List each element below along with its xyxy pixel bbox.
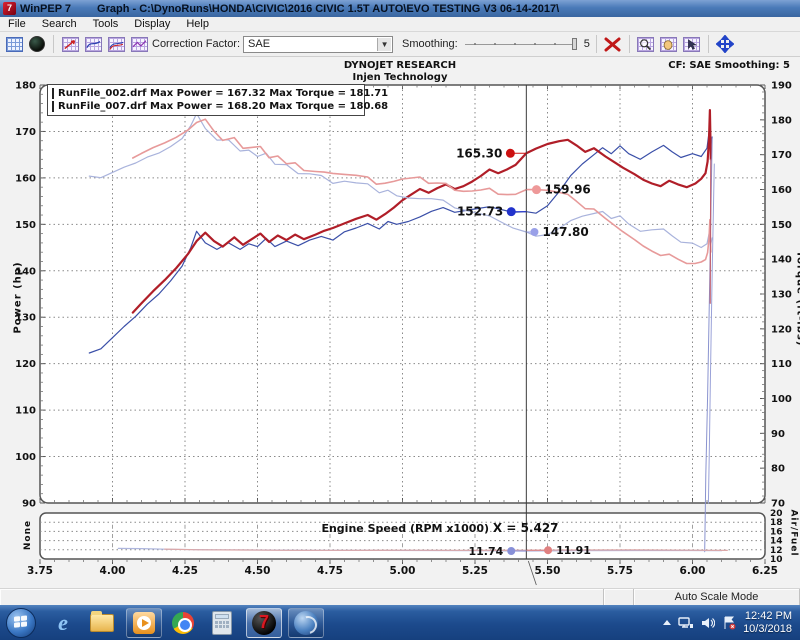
legend-label: RunFile_002.drf Max Power = 167.32 Max T… xyxy=(58,88,388,99)
legend-swatch-red xyxy=(52,101,54,112)
chart-overlay-icon[interactable] xyxy=(106,34,126,54)
tray-expand-caret[interactable] xyxy=(663,620,671,625)
system-tray: 12:42 PM 10/3/2018 xyxy=(663,610,800,636)
menu-file[interactable]: File xyxy=(0,18,34,30)
chart-header-right: CF: SAE Smoothing: 5 xyxy=(668,60,790,71)
explorer-folder-icon[interactable] xyxy=(87,608,117,638)
chevron-down-icon[interactable]: ▼ xyxy=(377,38,391,51)
menu-help[interactable]: Help xyxy=(178,18,217,30)
menu-display[interactable]: Display xyxy=(126,18,178,30)
status-panel xyxy=(604,589,634,605)
speaker-icon[interactable] xyxy=(701,616,715,630)
title-bar[interactable]: 7 WinPEP 7 Graph - C:\DynoRuns\HONDA\CIV… xyxy=(0,0,800,17)
chart-pan-icon[interactable] xyxy=(659,34,679,54)
chrome-icon[interactable] xyxy=(168,608,198,638)
clock-date: 10/3/2018 xyxy=(743,623,792,636)
toolbar-separator xyxy=(708,35,709,53)
gauge-globe-icon[interactable] xyxy=(27,34,47,54)
menu-search[interactable]: Search xyxy=(34,18,85,30)
grid-table-icon[interactable] xyxy=(4,34,24,54)
correction-factor-value: SAE xyxy=(248,38,270,50)
chart-legend: RunFile_002.drf Max Power = 167.32 Max T… xyxy=(47,84,365,116)
status-panel xyxy=(0,589,604,605)
cursor-readout: X = 5.427 xyxy=(493,521,559,535)
x-axis-title: Engine Speed (RPM x1000) xyxy=(321,522,489,535)
chart-region[interactable]: DYNOJET RESEARCH Injen Technology CF: SA… xyxy=(0,57,800,588)
calculator-icon[interactable] xyxy=(207,608,237,638)
legend-label: RunFile_007.drf Max Power = 168.20 Max T… xyxy=(58,101,388,112)
winpep-taskbar-icon[interactable]: 7 xyxy=(246,608,282,638)
windows-flag-icon xyxy=(14,615,28,629)
toolbar-separator xyxy=(596,35,597,53)
status-mode: Auto Scale Mode xyxy=(634,589,800,605)
clock-time: 12:42 PM xyxy=(743,610,792,623)
power-axis-title: Power (hp) xyxy=(13,261,24,333)
sync-app-icon[interactable] xyxy=(288,608,324,638)
torque-axis-title: Torque (ft-lbs) xyxy=(794,251,800,347)
network-icon[interactable] xyxy=(678,616,694,630)
legend-row: RunFile_002.drf Max Power = 167.32 Max T… xyxy=(52,87,359,100)
chart-select-icon[interactable] xyxy=(682,34,702,54)
legend-row: RunFile_007.drf Max Power = 168.20 Max T… xyxy=(52,100,359,113)
chart-header-line2: Injen Technology xyxy=(0,72,800,84)
media-player-icon[interactable] xyxy=(126,608,162,638)
smoothing-value: 5 xyxy=(584,38,590,50)
internet-explorer-icon[interactable]: e xyxy=(48,608,78,638)
menu-bar: File Search Tools Display Help xyxy=(0,17,800,32)
correction-factor-label: Correction Factor: xyxy=(152,38,240,50)
delete-run-icon[interactable] xyxy=(603,34,623,54)
airfuel-axis-title: Air/Fuel xyxy=(789,509,799,556)
document-title: Graph - C:\DynoRuns\HONDA\CIVIC\2016 CIV… xyxy=(97,3,559,15)
chart-zoom-icon[interactable] xyxy=(636,34,656,54)
taskbar: e 7 12:42 PM 10/3/2018 xyxy=(0,605,800,640)
app-title: WinPEP 7 xyxy=(20,3,71,15)
toolbar-separator xyxy=(629,35,630,53)
chart-add-icon[interactable] xyxy=(60,34,80,54)
menu-tools[interactable]: Tools xyxy=(85,18,127,30)
smoothing-slider[interactable] xyxy=(465,36,577,52)
x-axis-title-row: Engine Speed (RPM x1000) X = 5.427 xyxy=(240,521,640,535)
smoothing-label: Smoothing: xyxy=(402,38,458,50)
taskbar-clock[interactable]: 12:42 PM 10/3/2018 xyxy=(743,610,792,636)
winpep-window: 7 WinPEP 7 Graph - C:\DynoRuns\HONDA\CIV… xyxy=(0,0,800,640)
chart-multi-icon[interactable] xyxy=(129,34,149,54)
status-bar: Auto Scale Mode xyxy=(0,588,800,605)
toolbar-separator xyxy=(53,35,54,53)
move-cursor-icon[interactable] xyxy=(715,34,735,54)
correction-factor-select[interactable]: SAE ▼ xyxy=(243,36,393,53)
legend-swatch-blue xyxy=(52,88,54,99)
toolbar: Correction Factor: SAE ▼ Smoothing: 5 xyxy=(0,32,800,57)
slider-handle[interactable] xyxy=(572,38,577,50)
action-center-flag-icon[interactable] xyxy=(722,616,736,630)
winpep-app-icon: 7 xyxy=(3,2,16,15)
chart-compare-icon[interactable] xyxy=(83,34,103,54)
start-button[interactable] xyxy=(6,608,36,638)
bottom-panel-left-title: None xyxy=(23,520,33,550)
